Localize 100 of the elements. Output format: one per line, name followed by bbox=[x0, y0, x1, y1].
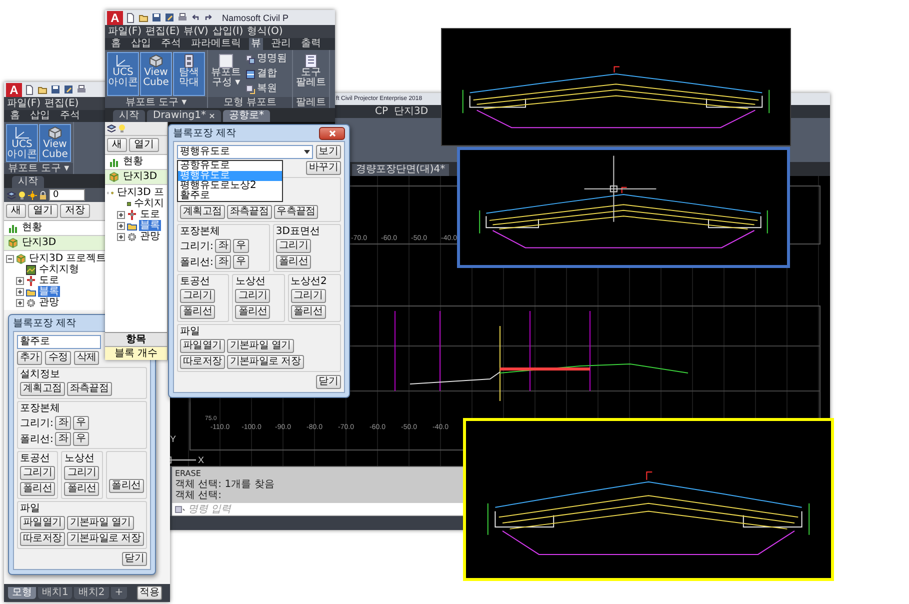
print-icon[interactable] bbox=[178, 12, 187, 22]
dialog-button[interactable]: 좌 bbox=[55, 432, 72, 446]
file-tab[interactable]: 경량포장단면(대)4* bbox=[352, 164, 450, 176]
menu-item[interactable]: 뷰(V) bbox=[184, 25, 208, 38]
document-tab[interactable]: 시작 bbox=[113, 110, 145, 122]
close-icon[interactable] bbox=[208, 113, 215, 119]
ribbon-tab[interactable]: 삽입 bbox=[28, 110, 52, 122]
dialog-button[interactable]: 그리기 bbox=[180, 289, 216, 303]
toolbar-button[interactable]: 열기 bbox=[28, 204, 58, 218]
document-tab[interactable]: 시작 bbox=[12, 176, 44, 188]
dialog-button[interactable]: 좌측끝점 bbox=[226, 205, 272, 219]
expand-icon[interactable] bbox=[117, 210, 125, 218]
new-file-icon[interactable] bbox=[25, 84, 34, 94]
ribbon-tab[interactable]: 주석 bbox=[159, 38, 183, 50]
ribbon-tab[interactable]: 파라메트릭 bbox=[189, 38, 243, 50]
ribbon-tab[interactable]: 뷰 bbox=[249, 38, 263, 50]
undo-icon[interactable] bbox=[191, 12, 200, 22]
dialog-button[interactable]: 폴리선 bbox=[180, 305, 216, 319]
close-button[interactable] bbox=[319, 126, 345, 140]
dialog-button[interactable]: 수정 bbox=[45, 351, 71, 365]
dialog-button[interactable]: 계획고점 bbox=[20, 382, 65, 396]
dialog-button[interactable]: 폴리선 bbox=[64, 482, 100, 496]
ribbon-button[interactable]: 결합 bbox=[243, 67, 290, 81]
ribbon-button[interactable]: 명명됨 bbox=[243, 52, 290, 66]
ribbon-tab[interactable]: 주석 bbox=[58, 110, 82, 122]
dialog-button[interactable]: 그리기 bbox=[290, 289, 326, 303]
layer-icon[interactable] bbox=[107, 124, 116, 133]
dialog-button[interactable]: 좌 bbox=[55, 416, 72, 430]
dialog-button[interactable]: 기본파일 열기 bbox=[66, 516, 134, 530]
dialog-button[interactable]: 파일열기 bbox=[180, 339, 225, 353]
dialog-button[interactable]: 기본파일로 저장 bbox=[226, 355, 304, 369]
dropdown-option[interactable]: 활주로 bbox=[178, 191, 282, 201]
dropdown-option[interactable]: 공항유도로 bbox=[178, 161, 282, 171]
tree-item[interactable]: 도로 bbox=[139, 209, 161, 220]
new-file-icon[interactable] bbox=[126, 12, 135, 22]
ribbon-tab[interactable]: 출력 bbox=[299, 38, 323, 50]
expand-icon[interactable] bbox=[16, 288, 24, 296]
dialog-button[interactable]: 좌 bbox=[215, 239, 232, 253]
dialog-button[interactable]: 우 bbox=[233, 239, 249, 253]
ribbon-button[interactable]: UCS 아이콘 bbox=[6, 124, 38, 162]
save-icon[interactable] bbox=[152, 12, 161, 22]
tree-item[interactable]: 관망 bbox=[139, 231, 161, 242]
dialog-button[interactable]: 좌측끝점 bbox=[66, 382, 112, 396]
ribbon-tab[interactable]: 홈 bbox=[109, 38, 123, 50]
tree-item[interactable]: 관망 bbox=[38, 297, 60, 308]
apply-button[interactable]: 적용 bbox=[136, 586, 162, 600]
expand-icon[interactable] bbox=[16, 276, 24, 284]
ribbon-button[interactable]: View Cube bbox=[140, 52, 172, 96]
ribbon-button[interactable]: 도구 팔레트 bbox=[295, 52, 327, 96]
dialog-button[interactable]: 그리기 bbox=[235, 289, 270, 303]
menu-item[interactable]: 파일(F) bbox=[108, 25, 142, 38]
layer-dropdown[interactable]: 0 bbox=[49, 189, 85, 201]
menu-item[interactable]: 파일(F) bbox=[7, 97, 41, 110]
dialog-button[interactable]: 기본파일로 저장 bbox=[66, 532, 144, 546]
project-label[interactable]: 단지3D bbox=[22, 237, 56, 249]
open-folder-icon[interactable] bbox=[38, 84, 47, 94]
document-tab[interactable]: 공항로* bbox=[222, 110, 270, 122]
dropdown-option[interactable]: 평행유도로노상2 bbox=[178, 181, 282, 191]
save-as-icon[interactable] bbox=[165, 12, 174, 22]
ribbon-tab[interactable]: 관리 bbox=[269, 38, 293, 50]
redo-icon[interactable] bbox=[204, 12, 213, 22]
layout-tab[interactable]: + bbox=[110, 587, 128, 599]
layout-tab[interactable]: 배치1 bbox=[38, 587, 72, 599]
menu-item[interactable]: 형식(O) bbox=[247, 25, 283, 38]
dialog-button[interactable]: 기본파일 열기 bbox=[226, 339, 294, 353]
dropdown-field[interactable]: 활주로 bbox=[17, 335, 101, 349]
expand-icon[interactable] bbox=[16, 298, 24, 306]
document-tab[interactable]: Drawing1* bbox=[147, 110, 221, 122]
toolbar-button[interactable]: 새 bbox=[107, 138, 127, 152]
dialog-button[interactable]: 우측끝점 bbox=[274, 205, 318, 219]
ribbon-button[interactable]: View Cube bbox=[39, 124, 71, 162]
dialog-button[interactable]: 따로저장 bbox=[20, 532, 65, 546]
dropdown-field[interactable]: 평행유도로 bbox=[177, 145, 313, 159]
app-logo[interactable]: A bbox=[107, 10, 123, 24]
dialog-button[interactable]: 바꾸기 bbox=[306, 161, 341, 175]
toolbar-button[interactable]: 저장 bbox=[60, 204, 90, 218]
dialog-button[interactable]: 우 bbox=[73, 432, 89, 446]
collapse-icon[interactable] bbox=[6, 254, 14, 262]
tree-item[interactable]: 단지3D 프 bbox=[116, 187, 165, 198]
layout-tab[interactable]: 모형 bbox=[8, 587, 36, 599]
dialog-button[interactable]: 파일열기 bbox=[20, 516, 65, 530]
save-as-icon[interactable] bbox=[64, 84, 73, 94]
ribbon-tab[interactable]: 홈 bbox=[8, 110, 22, 122]
close-button[interactable]: 닫기 bbox=[122, 552, 147, 566]
ribbon-button[interactable]: UCS 아이콘 bbox=[107, 52, 139, 96]
tree-item[interactable]: 도로 bbox=[38, 275, 60, 286]
dialog-button[interactable]: 폴리선 bbox=[20, 482, 56, 496]
expand-icon[interactable] bbox=[117, 222, 125, 230]
dialog-button[interactable]: 좌 bbox=[215, 255, 232, 269]
ribbon-button[interactable]: 뷰포트 구성 ▾ bbox=[210, 52, 242, 96]
ribbon-tab[interactable]: 삽입 bbox=[129, 38, 153, 50]
dialog-button[interactable]: 따로저장 bbox=[180, 355, 225, 369]
tree-item[interactable]: 단지3D 프로젝트 bbox=[28, 253, 108, 264]
save-icon[interactable] bbox=[51, 84, 60, 94]
print-icon[interactable] bbox=[77, 84, 86, 94]
tree-item[interactable]: 수치지 bbox=[133, 198, 165, 209]
ribbon-button[interactable]: 탐색 막대 bbox=[173, 52, 205, 96]
dialog-button[interactable]: 삭제 bbox=[74, 351, 100, 365]
menu-item[interactable]: 편집(E) bbox=[146, 25, 180, 38]
tree-item[interactable]: 블록 bbox=[38, 286, 60, 297]
